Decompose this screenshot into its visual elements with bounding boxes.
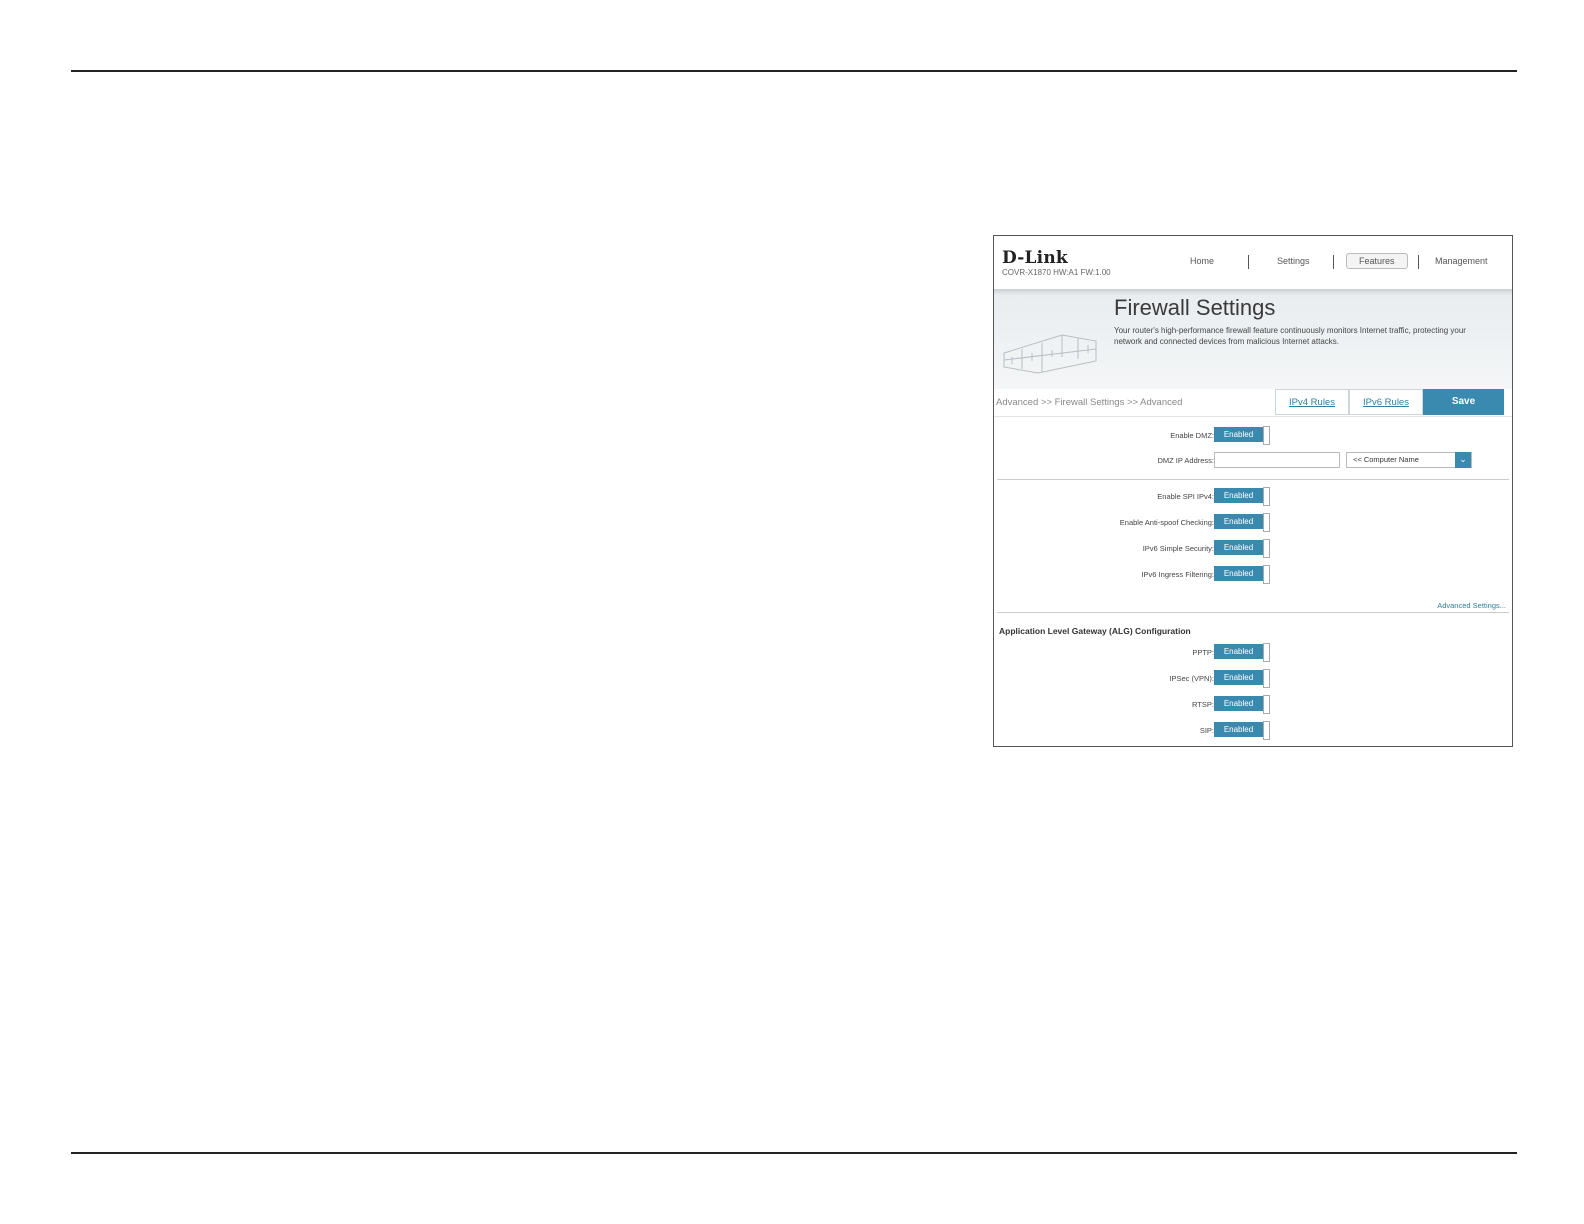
toggle-state: Enabled xyxy=(1214,670,1263,685)
nav-settings[interactable]: Settings xyxy=(1277,256,1310,266)
nav-management[interactable]: Management xyxy=(1435,256,1488,266)
alg-sip-toggle[interactable]: Enabled xyxy=(1214,721,1271,740)
toggle-state: Enabled xyxy=(1214,566,1263,581)
toggle-state: Enabled xyxy=(1214,514,1263,529)
computer-name-select[interactable]: << Computer Name ⌄ xyxy=(1346,452,1472,468)
ipv6-ingress-filtering-label: IPv6 Ingress Filtering: xyxy=(1141,570,1214,579)
toggle-state: Enabled xyxy=(1214,696,1263,711)
enable-dmz-toggle[interactable]: Enabled xyxy=(1214,426,1271,445)
ipv6-ingress-filtering-toggle[interactable]: Enabled xyxy=(1214,565,1271,584)
anti-spoof-label: Enable Anti-spoof Checking: xyxy=(1119,518,1214,527)
toggle-state: Enabled xyxy=(1214,488,1263,503)
anti-spoof-toggle[interactable]: Enabled xyxy=(1214,513,1271,532)
dmz-ip-label: DMZ IP Address: xyxy=(1157,456,1214,465)
divider xyxy=(997,479,1509,480)
alg-rtsp-label: RTSP: xyxy=(1192,700,1214,709)
toolbar: Advanced >> Firewall Settings >> Advance… xyxy=(994,389,1512,417)
ipv6-rules-button[interactable]: IPv6 Rules xyxy=(1349,389,1423,415)
save-button[interactable]: Save xyxy=(1423,389,1504,415)
spi-ipv4-toggle[interactable]: Enabled xyxy=(1214,487,1271,506)
page-title: Firewall Settings xyxy=(1114,295,1276,320)
breadcrumb: Advanced >> Firewall Settings >> Advance… xyxy=(996,397,1183,408)
nav-separator xyxy=(1248,255,1249,269)
page-top-rule xyxy=(71,70,1517,72)
toggle-state: Enabled xyxy=(1214,644,1263,659)
toggle-knob xyxy=(1263,721,1270,740)
ipv6-simple-security-row: IPv6 Simple Security: Enabled xyxy=(994,539,1512,559)
dmz-ip-row: DMZ IP Address: << Computer Name ⌄ xyxy=(994,451,1512,471)
toggle-state: Enabled xyxy=(1214,427,1263,442)
anti-spoof-row: Enable Anti-spoof Checking: Enabled xyxy=(994,513,1512,533)
alg-sip-label: SIP: xyxy=(1199,726,1214,735)
toggle-state: Enabled xyxy=(1214,722,1263,737)
alg-rtsp-toggle[interactable]: Enabled xyxy=(1214,695,1271,714)
ipv6-simple-security-label: IPv6 Simple Security: xyxy=(1142,544,1214,553)
toggle-knob xyxy=(1263,695,1270,714)
dmz-ip-input[interactable] xyxy=(1214,452,1340,468)
alg-rtsp-row: RTSP: Enabled xyxy=(994,695,1512,715)
toggle-knob xyxy=(1263,539,1270,558)
nav-home[interactable]: Home xyxy=(1190,256,1214,266)
router-ui-screenshot: D-Link COVR-X1870 HW:A1 FW:1.00 Home Set… xyxy=(993,235,1513,747)
toggle-state: Enabled xyxy=(1214,540,1263,555)
alg-ipsec-toggle[interactable]: Enabled xyxy=(1214,669,1271,688)
alg-section-title: Application Level Gateway (ALG) Configur… xyxy=(999,626,1191,636)
alg-ipsec-label: IPSec (VPN): xyxy=(1169,674,1214,683)
dlink-logo: D-Link xyxy=(1002,248,1068,268)
spi-ipv4-label: Enable SPI IPv4: xyxy=(1157,492,1214,501)
enable-dmz-row: Enable DMZ: Enabled xyxy=(994,426,1512,446)
ipv4-rules-button[interactable]: IPv4 Rules xyxy=(1275,389,1349,415)
toggle-knob xyxy=(1263,669,1270,688)
toggle-knob xyxy=(1263,426,1270,445)
computer-name-value: << Computer Name xyxy=(1353,455,1419,464)
nav-features[interactable]: Features xyxy=(1346,253,1408,269)
toggle-knob xyxy=(1263,643,1270,662)
toggle-knob xyxy=(1263,513,1270,532)
nav-separator xyxy=(1418,255,1419,269)
firewall-banner: Firewall Settings Your router's high-per… xyxy=(994,289,1512,389)
ipv6-ingress-filtering-row: IPv6 Ingress Filtering: Enabled xyxy=(994,565,1512,585)
divider xyxy=(997,612,1509,613)
model-info: COVR-X1870 HW:A1 FW:1.00 xyxy=(1002,268,1111,277)
enable-dmz-label: Enable DMZ: xyxy=(1170,431,1214,440)
alg-pptp-toggle[interactable]: Enabled xyxy=(1214,643,1271,662)
nav-separator xyxy=(1333,255,1334,269)
toggle-knob xyxy=(1263,487,1270,506)
chevron-down-icon: ⌄ xyxy=(1455,452,1471,468)
advanced-settings-link[interactable]: Advanced Settings... xyxy=(1437,601,1506,610)
alg-pptp-row: PPTP: Enabled xyxy=(994,643,1512,663)
ipv6-simple-security-toggle[interactable]: Enabled xyxy=(1214,539,1271,558)
toggle-knob xyxy=(1263,565,1270,584)
alg-sip-row: SIP: Enabled xyxy=(994,721,1512,741)
page-description: Your router's high-performance firewall … xyxy=(1114,326,1466,346)
alg-ipsec-row: IPSec (VPN): Enabled xyxy=(994,669,1512,689)
page-bottom-rule xyxy=(71,1152,1517,1154)
alg-pptp-label: PPTP: xyxy=(1192,648,1214,657)
spi-ipv4-row: Enable SPI IPv4: Enabled xyxy=(994,487,1512,507)
header: D-Link COVR-X1870 HW:A1 FW:1.00 Home Set… xyxy=(994,236,1512,289)
brick-wall-icon xyxy=(1003,334,1097,374)
